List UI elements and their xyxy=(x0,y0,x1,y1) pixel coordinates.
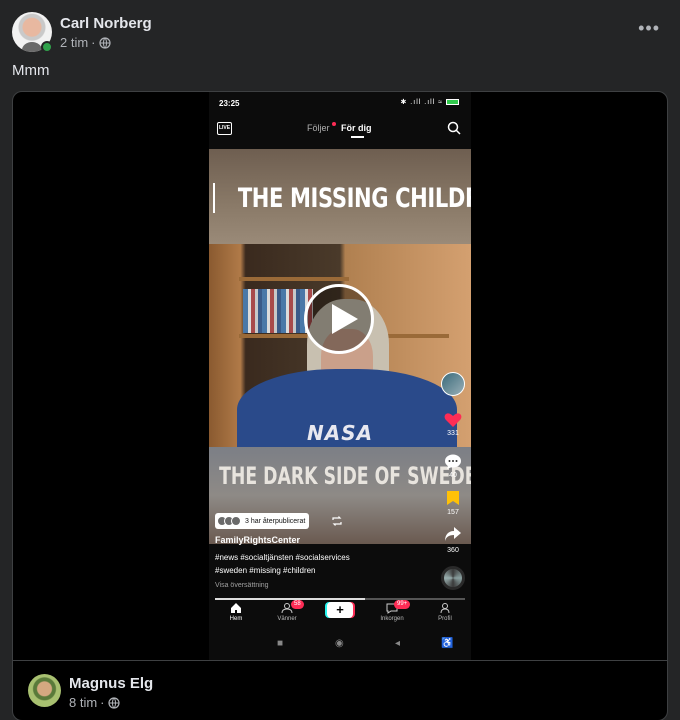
home-icon xyxy=(231,603,241,613)
online-status-indicator xyxy=(41,41,53,53)
creator-avatar[interactable] xyxy=(441,372,465,396)
nav-profile[interactable]: Profil xyxy=(425,602,465,622)
nav-label: Profil xyxy=(438,616,452,622)
accessibility-icon[interactable]: ♿ xyxy=(441,638,453,649)
friends-badge: 58 xyxy=(291,600,304,609)
post-text: Mmm xyxy=(12,62,50,79)
signal-icons: ✱ .ıll .ıll ≈ xyxy=(400,99,444,106)
notification-dot xyxy=(332,122,336,126)
tiktok-screenshot: 23:25 ✱ .ıll .ıll ≈ LIVE Följer För dig xyxy=(209,92,471,660)
tab-underline xyxy=(351,136,364,138)
commenter-avatar[interactable] xyxy=(28,674,61,707)
profile-icon xyxy=(440,603,450,614)
play-button[interactable] xyxy=(304,284,374,354)
comment-count: 40 xyxy=(449,472,457,479)
nav-label: Hem xyxy=(229,616,243,622)
status-icons: ✱ .ıll .ıll ≈ xyxy=(400,98,459,106)
comment-meta: 8 tim · xyxy=(69,695,120,710)
meta-separator: · xyxy=(100,695,105,710)
person-shirt xyxy=(237,369,457,459)
tiktok-top-nav: LIVE Följer För dig xyxy=(209,118,471,140)
repost-icon[interactable] xyxy=(331,516,343,526)
shelf-board xyxy=(239,277,349,281)
live-icon[interactable]: LIVE xyxy=(217,122,232,135)
status-time: 23:25 xyxy=(219,99,240,108)
heart-icon[interactable] xyxy=(444,412,462,428)
back-icon[interactable]: ◂ xyxy=(395,638,400,649)
comment-icon[interactable] xyxy=(444,454,462,470)
like-count: 331 xyxy=(447,430,459,437)
globe-icon xyxy=(107,696,120,709)
share-icon[interactable] xyxy=(444,526,462,542)
home-circle-icon[interactable]: ◉ xyxy=(335,638,344,649)
more-options-button[interactable]: ••• xyxy=(638,18,660,39)
repost-avatars xyxy=(217,516,241,526)
books xyxy=(243,289,313,333)
nav-label: Inkorgen xyxy=(380,616,404,622)
comment-header: Magnus Elg 8 tim · xyxy=(28,670,628,710)
inbox-badge: 99+ xyxy=(394,600,411,609)
comment-timestamp[interactable]: 8 tim xyxy=(69,695,97,710)
tab-for-you[interactable]: För dig xyxy=(341,123,372,133)
post-header: Carl Norberg 2 tim · ••• xyxy=(12,12,668,54)
post-timestamp[interactable]: 2 tim xyxy=(60,35,88,50)
creator-username[interactable]: FamilyRightsCenter xyxy=(215,535,300,545)
nav-inbox[interactable]: Inkorgen 99+ xyxy=(372,600,412,622)
search-icon[interactable] xyxy=(447,121,461,135)
post-author-name[interactable]: Carl Norberg xyxy=(60,15,152,32)
nav-label: Vänner xyxy=(277,616,297,622)
bookmark-count: 157 xyxy=(447,509,459,516)
meta-separator: · xyxy=(91,35,96,50)
caption-line[interactable]: #news #socialtjänsten #socialservices xyxy=(215,553,350,562)
comment-divider xyxy=(12,660,668,661)
progress-fill xyxy=(215,598,365,600)
nav-home[interactable]: Hem xyxy=(216,602,256,622)
recents-icon[interactable]: ■ xyxy=(277,638,283,649)
post-meta: 2 tim · xyxy=(60,35,111,50)
repost-text: 3 har återpublicerat xyxy=(245,517,306,525)
android-nav-bar: ■ ◉ ◂ ♿ xyxy=(209,635,471,655)
repost-chip[interactable]: 3 har återpublicerat xyxy=(215,513,310,529)
caption-line[interactable]: #sweden #missing #children xyxy=(215,566,316,575)
translate-link[interactable]: Visa översättning xyxy=(215,582,269,589)
shirt-logo: NASA xyxy=(307,421,374,445)
commenter-name[interactable]: Magnus Elg xyxy=(69,675,153,692)
video-title-bottom: THE DARK SIDE OF SWEDEN xyxy=(219,462,471,490)
globe-icon xyxy=(98,36,111,49)
tiktok-bottom-nav: Hem Vänner 58 + Inkorgen 99+ Profil xyxy=(209,600,471,630)
bookmark-icon[interactable] xyxy=(446,490,460,506)
nav-friends[interactable]: Vänner 58 xyxy=(267,600,307,622)
music-disc-icon[interactable] xyxy=(441,566,465,590)
share-count: 360 xyxy=(447,547,459,554)
create-button[interactable]: + xyxy=(327,602,353,618)
status-bar: 23:25 ✱ .ıll .ıll ≈ xyxy=(209,92,471,114)
post-media[interactable]: 23:25 ✱ .ıll .ıll ≈ LIVE Följer För dig xyxy=(12,91,668,720)
title-line xyxy=(213,183,215,213)
tab-following[interactable]: Följer xyxy=(307,123,330,133)
battery-icon xyxy=(446,99,459,106)
video-progress-bar[interactable] xyxy=(215,598,465,600)
video-title-top: THE MISSING CHILDREN xyxy=(237,183,471,214)
